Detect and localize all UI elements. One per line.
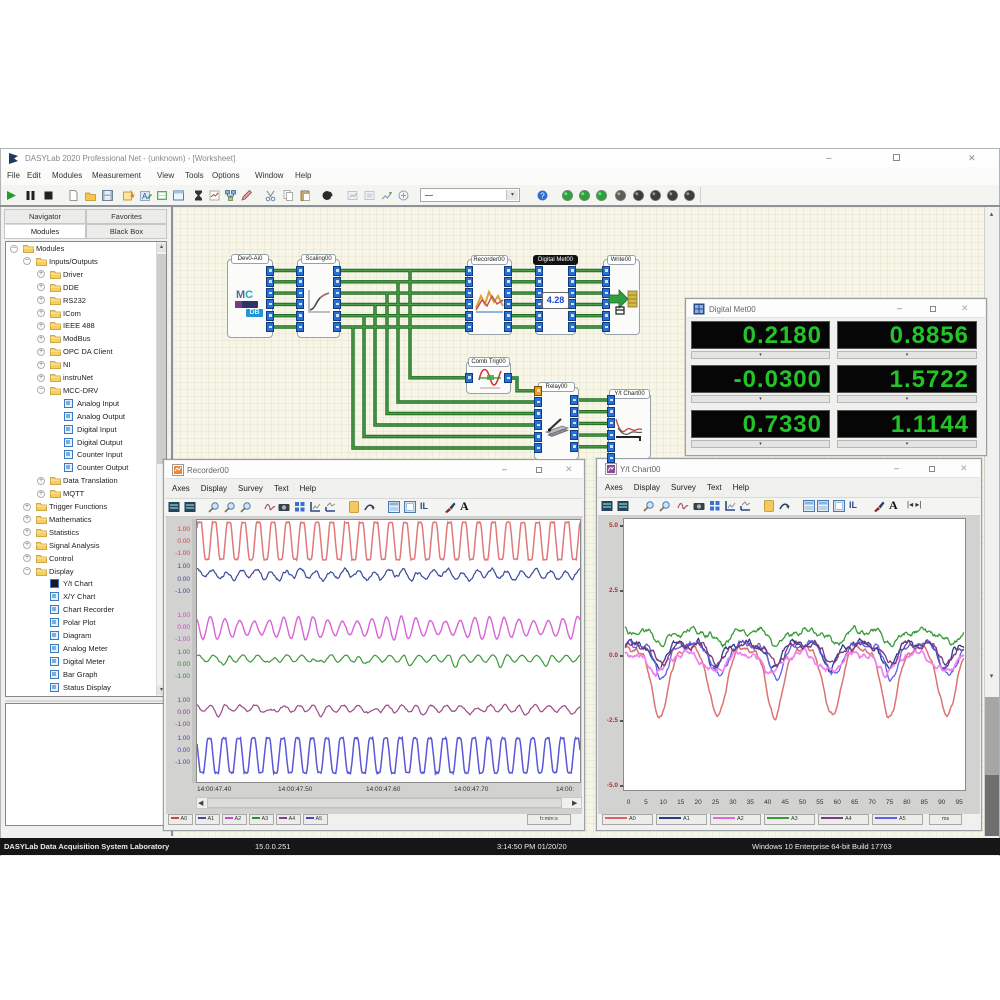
svg-text:A: A: [142, 192, 148, 201]
svg-text:?: ?: [540, 192, 545, 201]
